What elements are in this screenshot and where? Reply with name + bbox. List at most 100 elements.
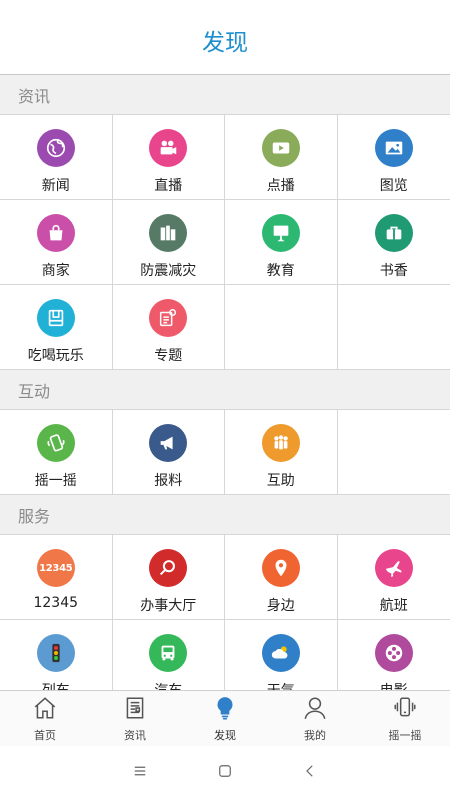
grid-item-label: 图览 bbox=[379, 178, 408, 194]
section-grid: 12345 12345 办事大厅 身边 航班列车 汽车 天气 电影 bbox=[0, 535, 450, 690]
bottom-tab-bar: 首页 资讯 发现 我的 摇一摇 bbox=[0, 690, 450, 746]
location-pin-icon bbox=[261, 549, 300, 587]
user-icon bbox=[302, 695, 328, 725]
page-title: 发现 bbox=[202, 30, 248, 56]
grid-item[interactable]: 天气 bbox=[225, 620, 338, 690]
empty-grid-cell bbox=[337, 285, 450, 370]
grid-item[interactable]: 书香 bbox=[337, 200, 450, 285]
discover-page: 发现 资讯 新闻 直播 点播 图览 商家 防震减灾 教育 书香 吃喝玩乐 专题 互动 摇一摇 报料 互助 服务… bbox=[0, 0, 450, 800]
grid-item-label: 报料 bbox=[154, 473, 183, 489]
film-reel-icon bbox=[374, 634, 413, 672]
shake-icon bbox=[392, 695, 418, 725]
tab-label: 我的 bbox=[304, 728, 326, 742]
people-icon bbox=[261, 424, 300, 462]
shopping-bag-icon bbox=[36, 214, 75, 252]
grid-item-label: 列车 bbox=[42, 680, 70, 690]
grid-item[interactable]: 直播 bbox=[112, 115, 225, 200]
megaphone-icon bbox=[149, 424, 188, 462]
bus-icon bbox=[149, 634, 188, 672]
grid-item-label: 点播 bbox=[266, 178, 295, 194]
video-camera-icon bbox=[149, 129, 188, 167]
discover-content[interactable]: 资讯 新闻 直播 点播 图览 商家 防震减灾 教育 书香 吃喝玩乐 专题 互动 摇一摇 报料 互助 服务 123… bbox=[0, 75, 450, 690]
grid-item-label: 商家 bbox=[41, 263, 70, 279]
globe-icon bbox=[36, 129, 75, 167]
grid-item-label: 天气 bbox=[267, 680, 295, 690]
empty-grid-cell bbox=[337, 410, 450, 495]
menu-button[interactable] bbox=[98, 746, 183, 800]
grid-item-label: 身边 bbox=[266, 598, 295, 614]
grid-item-label: 书香 bbox=[379, 263, 408, 279]
home-icon bbox=[32, 695, 58, 725]
grid-item-label: 直播 bbox=[154, 178, 183, 194]
grid-item[interactable]: 点播 bbox=[225, 115, 338, 200]
icon-text: 12345 bbox=[39, 562, 73, 574]
home-square-button[interactable] bbox=[183, 746, 268, 800]
hotline-12345-icon: 12345 bbox=[36, 549, 75, 587]
grid-item[interactable]: 报料 bbox=[112, 410, 225, 495]
grid-item[interactable]: 电影 bbox=[338, 620, 450, 690]
section-grid: 新闻 直播 点播 图览商家 防震减灾 教育 书香吃喝玩乐 专题 bbox=[0, 115, 450, 370]
grid-item[interactable]: 列车 bbox=[0, 620, 113, 690]
blackboard-icon bbox=[261, 214, 300, 252]
grid-item-label: 摇一摇 bbox=[34, 473, 77, 489]
grid-item-label: 办事大厅 bbox=[140, 598, 197, 614]
grid-item[interactable]: 专题 bbox=[112, 285, 225, 370]
grid-item-label: 吃喝玩乐 bbox=[27, 348, 84, 364]
grid-item[interactable]: 互助 bbox=[225, 410, 338, 495]
play-icon bbox=[261, 129, 300, 167]
back-button[interactable] bbox=[268, 746, 353, 800]
topic-icon bbox=[149, 299, 188, 337]
empty-grid-cell bbox=[225, 285, 338, 370]
grid-item[interactable]: 教育 bbox=[225, 200, 338, 285]
home-square-icon bbox=[216, 762, 234, 784]
grid-item[interactable]: 12345 12345 bbox=[0, 535, 113, 620]
buildings-icon bbox=[149, 214, 188, 252]
grid-item[interactable]: 航班 bbox=[337, 535, 450, 620]
airplane-icon bbox=[374, 549, 413, 587]
food-box-icon bbox=[36, 299, 75, 337]
news-icon bbox=[122, 695, 148, 725]
traffic-light-icon bbox=[36, 634, 75, 672]
tab-item[interactable]: 摇一摇 bbox=[360, 691, 450, 746]
grid-item-label: 12345 bbox=[33, 595, 79, 611]
tab-item[interactable]: 首页 bbox=[0, 691, 90, 746]
grid-item[interactable]: 摇一摇 bbox=[0, 410, 113, 495]
tab-item[interactable]: 发现 bbox=[180, 691, 270, 746]
system-navigation-bar bbox=[0, 746, 450, 800]
tab-item[interactable]: 我的 bbox=[270, 691, 360, 746]
grid-item[interactable]: 汽车 bbox=[113, 620, 225, 690]
grid-item-label: 航班 bbox=[379, 598, 408, 614]
grid-item-label: 教育 bbox=[266, 263, 295, 279]
section-header: 互动 bbox=[0, 370, 450, 410]
grid-item[interactable]: 防震减灾 bbox=[112, 200, 225, 285]
section-header: 资讯 bbox=[0, 75, 450, 115]
grid-item-label: 互助 bbox=[266, 473, 295, 489]
lightbulb-icon bbox=[212, 695, 238, 725]
search-icon bbox=[149, 549, 188, 587]
weather-icon bbox=[261, 634, 300, 672]
tab-item[interactable]: 资讯 bbox=[90, 691, 180, 746]
section-header: 服务 bbox=[0, 495, 450, 535]
menu-icon bbox=[131, 762, 149, 784]
app-header: 发现 bbox=[0, 0, 450, 75]
grid-item-label: 防震减灾 bbox=[140, 263, 197, 279]
grid-item[interactable]: 身边 bbox=[225, 535, 338, 620]
grid-item[interactable]: 新闻 bbox=[0, 115, 113, 200]
grid-item[interactable]: 图览 bbox=[337, 115, 450, 200]
grid-item-label: 汽车 bbox=[154, 680, 182, 690]
grid-item[interactable]: 商家 bbox=[0, 200, 113, 285]
book-bag-icon bbox=[374, 214, 413, 252]
grid-item-label: 电影 bbox=[380, 680, 408, 690]
tab-label: 发现 bbox=[214, 728, 236, 742]
section-grid: 摇一摇 报料 互助 bbox=[0, 410, 450, 495]
back-icon bbox=[301, 762, 319, 784]
tab-label: 摇一摇 bbox=[388, 728, 422, 742]
grid-item-label: 新闻 bbox=[41, 178, 70, 194]
tab-label: 首页 bbox=[34, 728, 56, 742]
picture-icon bbox=[374, 129, 413, 167]
grid-item-label: 专题 bbox=[154, 348, 183, 364]
grid-item[interactable]: 吃喝玩乐 bbox=[0, 285, 113, 370]
tab-label: 资讯 bbox=[124, 728, 146, 742]
grid-item[interactable]: 办事大厅 bbox=[112, 535, 225, 620]
shake-phone-icon bbox=[36, 424, 75, 462]
